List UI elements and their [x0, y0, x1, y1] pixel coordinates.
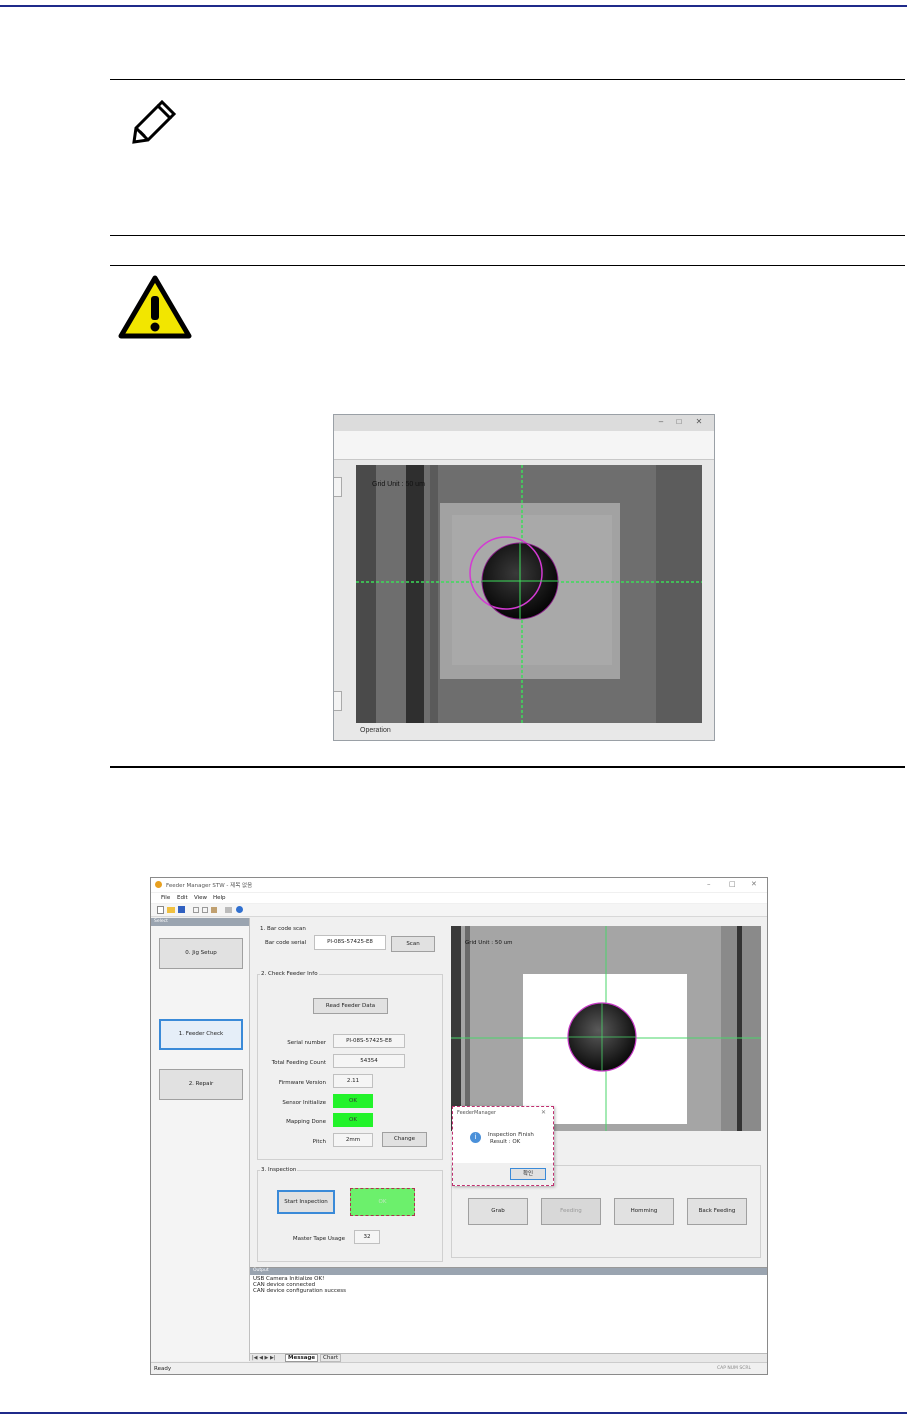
dialog-ok-button[interactable]: 확인 — [510, 1168, 546, 1180]
output-panel: Output USB Camera Initialize OK! CAN dev… — [250, 1267, 767, 1363]
pencil-note-icon — [130, 98, 178, 146]
left-pane: Select 0. Jig Setup 1. Feeder Check 2. R… — [151, 918, 250, 1361]
check-feeder-section-title: 2. Check Feeder Info — [260, 971, 319, 977]
camera-grid-unit-label: Grid Unit : 50 um — [465, 940, 513, 946]
paste-icon[interactable] — [211, 907, 217, 913]
output-title: Output — [253, 1268, 269, 1273]
minimize-button[interactable]: – — [707, 880, 711, 888]
close-button[interactable]: ✕ — [751, 880, 757, 888]
bar-code-field[interactable]: PI-08S-57425-E8 — [314, 935, 386, 950]
toolbar — [151, 904, 767, 917]
scan-button[interactable]: Scan — [391, 936, 435, 952]
change-button[interactable]: Change — [382, 1132, 427, 1147]
footer-rule — [0, 1412, 907, 1414]
side-button-bottom — [334, 691, 342, 711]
dialog-title: FeederManager — [457, 1110, 496, 1116]
menu-edit[interactable]: Edit — [177, 895, 188, 901]
note-bottom-rule — [110, 235, 905, 236]
sensor-initialize-status: OK — [333, 1094, 373, 1108]
back-feeding-button[interactable]: Back Feeding — [687, 1198, 747, 1225]
total-feeding-count-field: 54354 — [333, 1054, 405, 1068]
operation-label: Operation — [360, 727, 391, 734]
warning-top-rule — [110, 265, 905, 266]
inspection-section-title: 3. Inspection — [260, 1167, 298, 1173]
serial-number-label: Serial number — [287, 1040, 326, 1046]
window-title: Feeder Manager STW - 제목 없음 — [166, 883, 253, 889]
maximize-icon: □ — [676, 417, 682, 426]
help-icon[interactable] — [236, 906, 243, 913]
bar-code-section-title: 1. Bar code scan — [260, 926, 306, 932]
feeding-button[interactable]: Feeding — [541, 1198, 601, 1225]
tab-message[interactable]: Message — [285, 1354, 319, 1362]
master-tape-usage-label: Master Tape Usage — [292, 1236, 345, 1242]
new-icon[interactable] — [157, 906, 164, 914]
master-tape-usage-field: 32 — [354, 1230, 380, 1244]
save-icon[interactable] — [178, 906, 185, 913]
firmware-version-label: Firmware Version — [278, 1080, 326, 1086]
titlebar: Feeder Manager STW - 제목 없음 – □ ✕ — [151, 878, 767, 892]
feeder-check-button[interactable]: 1. Feeder Check — [159, 1019, 243, 1050]
firmware-version-field: 2.11 — [333, 1074, 373, 1088]
serial-number-field: PI-08S-57425-E8 — [333, 1034, 405, 1048]
warning-bottom-rule — [110, 766, 905, 768]
note-top-rule — [110, 79, 905, 80]
header-rule — [0, 5, 907, 7]
minimize-icon: – — [658, 417, 664, 426]
grid-unit-label: Grid Unit : 50 um — [372, 481, 425, 488]
copy-icon[interactable] — [202, 907, 208, 913]
warning-triangle-icon — [118, 274, 192, 340]
mapping-done-label: Mapping Done — [286, 1119, 326, 1125]
repair-button[interactable]: 2. Repair — [159, 1069, 243, 1100]
read-feeder-data-button[interactable]: Read Feeder Data — [313, 998, 388, 1014]
dialog-line-2: Result : OK — [490, 1139, 521, 1145]
total-feeding-count-label: Total Feeding Count — [271, 1060, 326, 1066]
menu-help[interactable]: Help — [213, 895, 226, 901]
camera-panel: Grid Unit : 50 um — [451, 926, 761, 1131]
info-icon: i — [470, 1132, 481, 1143]
window-menubar — [334, 431, 714, 460]
status-right: CAP NUM SCRL — [717, 1366, 751, 1371]
output-line-3: CAN device configuration success — [253, 1288, 347, 1294]
inspection-dialog: FeederManager ✕ i Inspection Finish Resu… — [452, 1106, 554, 1186]
sensor-initialize-label: Sensor Initialize — [282, 1100, 326, 1106]
bar-code-label: Bar code serial — [265, 940, 307, 946]
center-panel: 1. Bar code scan Bar code serial PI-08S-… — [250, 920, 446, 1265]
jig-setup-button[interactable]: 0. Jig Setup — [159, 938, 243, 969]
pitch-label: Pitch — [312, 1139, 326, 1145]
status-bar: Ready CAP NUM SCRL — [151, 1362, 767, 1374]
open-icon[interactable] — [167, 907, 175, 913]
output-header: Output — [250, 1268, 767, 1275]
camera-screenshot-top: – □ ✕ Grid Unit: 50 um Operation — [333, 414, 715, 741]
homming-button[interactable]: Homming — [614, 1198, 674, 1225]
tab-chart[interactable]: Chart — [320, 1354, 342, 1362]
left-pane-header: Select — [151, 918, 249, 926]
grab-button[interactable]: Grab — [468, 1198, 528, 1225]
dialog-close-button[interactable]: ✕ — [541, 1109, 546, 1116]
tab-nav-arrows[interactable]: |◀ ◀ ▶ ▶| — [252, 1355, 276, 1361]
inspection-group — [257, 1170, 443, 1262]
menu-file[interactable]: File — [161, 895, 170, 901]
left-pane-title: Select — [154, 919, 168, 924]
pitch-field: 2mm — [333, 1133, 373, 1147]
maximize-button[interactable]: □ — [729, 880, 736, 888]
print-icon[interactable] — [225, 907, 232, 913]
start-inspection-button[interactable]: Start Inspection — [277, 1190, 335, 1214]
close-icon: ✕ — [695, 417, 703, 426]
cut-icon[interactable] — [193, 907, 199, 913]
menu-view[interactable]: View — [194, 895, 207, 901]
window-titlebar: – □ ✕ — [334, 415, 714, 431]
inspection-result: OK — [350, 1188, 415, 1216]
mapping-done-status: OK — [333, 1113, 373, 1127]
dialog-line-1: Inspection Finish — [488, 1132, 534, 1138]
side-button-top — [334, 477, 342, 497]
menubar: File Edit View Help — [151, 893, 767, 903]
camera-view: Grid Unit : 50 um — [356, 465, 702, 723]
status-left: Ready — [154, 1366, 172, 1372]
feeder-manager-window: Feeder Manager STW - 제목 없음 – □ ✕ File Ed… — [150, 877, 768, 1375]
app-logo-icon — [155, 881, 162, 888]
